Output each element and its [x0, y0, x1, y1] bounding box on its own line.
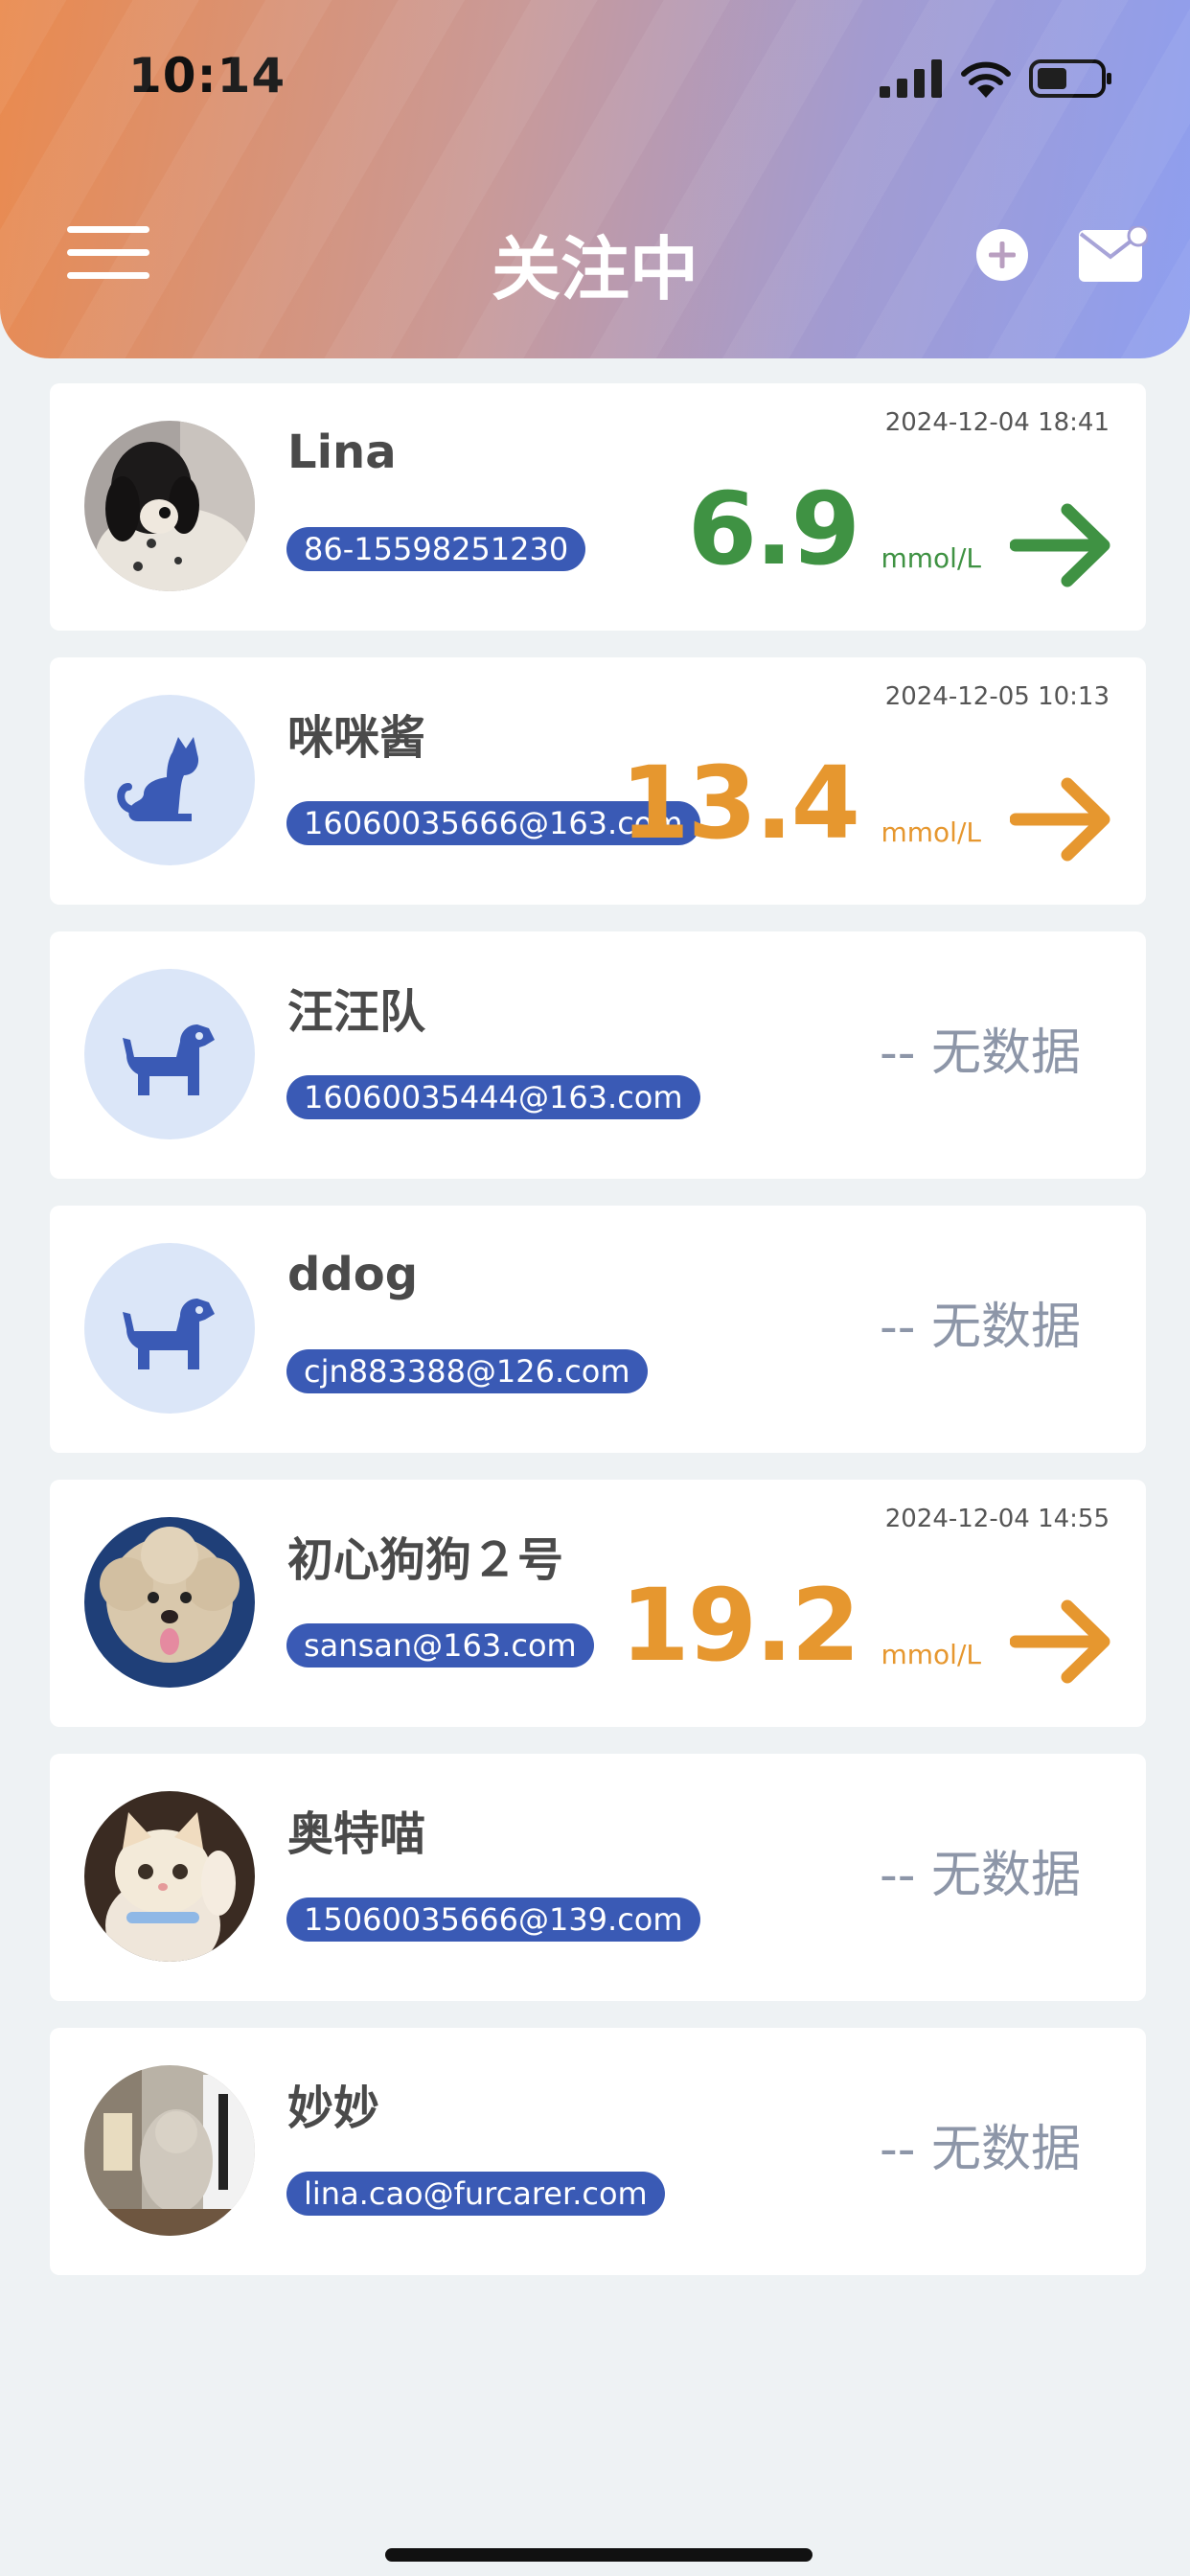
glucose-value: 13.4	[620, 745, 860, 862]
contact-account-badge: cjn883388@126.com	[286, 1349, 648, 1393]
no-data-label: -- 无数据	[879, 1847, 1081, 1904]
reading-timestamp: 2024-12-04 14:55	[884, 1505, 1110, 1533]
mail-icon[interactable]	[1079, 226, 1148, 282]
add-icon[interactable]	[975, 228, 1029, 282]
avatar-dog-placeholder	[84, 1243, 255, 1414]
reading-timestamp: 2024-12-05 10:13	[884, 682, 1110, 711]
contact-card-chuxin-gougou-2[interactable]: 初心狗狗２号 sansan@163.com 2024-12-04 14:55 1…	[50, 1480, 1146, 1727]
dog-icon	[123, 1024, 215, 1095]
contact-account-badge: sansan@163.com	[286, 1623, 594, 1668]
trend-arrow-right-icon	[1010, 777, 1110, 862]
contact-account-badge: lina.cao@furcarer.com	[286, 2172, 665, 2216]
glucose-unit: mmol/L	[881, 1639, 982, 1670]
battery-icon	[1029, 59, 1111, 98]
home-indicator[interactable]	[385, 2548, 812, 2562]
trend-arrow-right-icon	[1010, 1599, 1110, 1684]
wifi-icon	[961, 61, 1011, 98]
contact-name: 妙妙	[287, 2082, 380, 2135]
no-data-label: -- 无数据	[879, 1299, 1081, 1356]
glucose-unit: mmol/L	[881, 542, 982, 574]
avatar-dog-photo	[84, 421, 255, 591]
avatar-dog-placeholder	[84, 969, 255, 1139]
contact-card-miaomiao[interactable]: 妙妙 lina.cao@furcarer.com -- 无数据	[50, 2028, 1146, 2275]
contact-account-badge: 16060035444@163.com	[286, 1075, 700, 1119]
contact-account-badge: 15060035666@139.com	[286, 1898, 700, 1942]
glucose-value: 19.2	[620, 1567, 860, 1684]
reading-timestamp: 2024-12-04 18:41	[884, 408, 1110, 437]
avatar-cat-photo	[84, 2065, 255, 2236]
contact-name: ddog	[287, 1248, 419, 1301]
contact-card-wangwangdui[interactable]: 汪汪队 16060035444@163.com -- 无数据	[50, 932, 1146, 1179]
status-icons	[880, 58, 1113, 100]
contact-card-ddog[interactable]: ddog cjn883388@126.com -- 无数据	[50, 1206, 1146, 1453]
no-data-label: -- 无数据	[879, 2121, 1081, 2178]
contact-card-mimijiang[interactable]: 咪咪酱 16060035666@163.com 2024-12-05 10:13…	[50, 657, 1146, 905]
cat-icon	[117, 737, 199, 821]
cellular-signal-icon	[880, 59, 942, 98]
no-data-label: -- 无数据	[879, 1024, 1081, 1082]
dog-icon	[123, 1299, 215, 1369]
avatar-poodle-photo	[84, 1517, 255, 1688]
glucose-value: 6.9	[687, 471, 860, 587]
contact-name: 初心狗狗２号	[287, 1533, 564, 1587]
glucose-unit: mmol/L	[881, 816, 982, 848]
contact-card-aotemiao[interactable]: 奥特喵 15060035666@139.com -- 无数据	[50, 1754, 1146, 2001]
contact-account-badge: 86-15598251230	[286, 527, 586, 571]
contact-name: 汪汪队	[287, 985, 426, 1039]
status-time: 10:14	[128, 48, 286, 104]
contact-card-lina[interactable]: Lina 86-15598251230 2024-12-04 18:41 6.9…	[50, 383, 1146, 631]
contact-name: 咪咪酱	[287, 711, 426, 765]
trend-arrow-right-icon	[1010, 503, 1110, 587]
contact-name: 奥特喵	[287, 1807, 426, 1861]
avatar-cat-placeholder	[84, 695, 255, 865]
contact-name: Lina	[287, 426, 397, 479]
top-header: 10:14 关注中	[0, 0, 1190, 358]
avatar-kitten-photo	[84, 1791, 255, 1962]
